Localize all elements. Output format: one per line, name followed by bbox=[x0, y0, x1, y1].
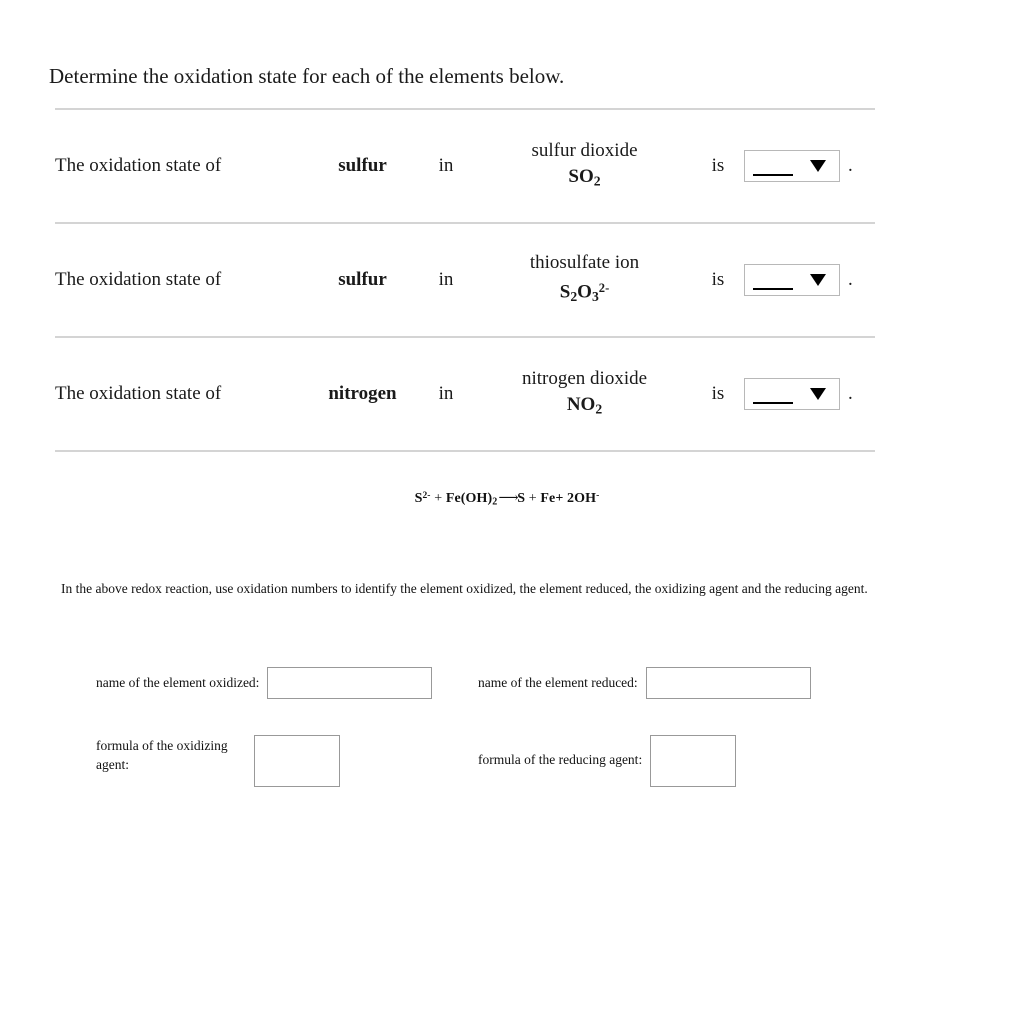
page-title: Determine the oxidation state for each o… bbox=[49, 64, 565, 88]
row-compound: nitrogen dioxide NO2 bbox=[477, 337, 692, 451]
row-element-name: sulfur bbox=[338, 155, 387, 176]
reaction-arrow-icon: ⟶ bbox=[498, 491, 518, 506]
select-blank-line bbox=[753, 288, 793, 290]
oxidation-state-select-sulfur-so2[interactable] bbox=[744, 150, 840, 182]
row-answer-cell: . bbox=[744, 337, 875, 451]
compound-formula: SO2 bbox=[477, 164, 692, 193]
element-reduced-input[interactable] bbox=[645, 667, 811, 699]
table-row: The oxidation state of sulfur in sulfur … bbox=[55, 109, 875, 223]
label-element-reduced: name of the element reduced: bbox=[478, 675, 638, 690]
trailing-period: . bbox=[848, 383, 853, 404]
chevron-down-icon bbox=[810, 160, 826, 172]
label-oxidizing-agent-line2: agent: bbox=[96, 757, 129, 772]
compound-formula: S2O32- bbox=[477, 276, 692, 309]
oxidation-state-table: The oxidation state of sulfur in sulfur … bbox=[55, 108, 875, 452]
chevron-down-icon bbox=[810, 388, 826, 400]
row-answer-cell: . bbox=[744, 223, 875, 337]
compound-formula: NO2 bbox=[477, 392, 692, 421]
field-reducing-agent: formula of the reducing agent: bbox=[478, 735, 737, 787]
table-row: The oxidation state of sulfur in thiosul… bbox=[55, 223, 875, 337]
product-sulfur: S bbox=[517, 491, 526, 506]
plus-sign-2: + bbox=[528, 491, 537, 506]
row-in-word: in bbox=[438, 269, 454, 290]
select-blank-line bbox=[753, 402, 793, 404]
oxidizing-agent-input[interactable] bbox=[254, 735, 340, 787]
oxidation-state-select-sulfur-s2o3[interactable] bbox=[744, 264, 840, 296]
row-compound: sulfur dioxide SO2 bbox=[477, 109, 692, 223]
field-element-oxidized: name of the element oxidized: bbox=[96, 667, 433, 699]
plus-sign: + bbox=[434, 491, 443, 506]
formula-main: NO bbox=[566, 394, 596, 416]
label-oxidizing-agent-line1: formula of the oxidizing bbox=[96, 738, 228, 753]
product-hydroxide: 2OH bbox=[567, 491, 597, 506]
trailing-period: . bbox=[848, 269, 853, 290]
row-answer-cell: . bbox=[744, 109, 875, 223]
product-iron: Fe+ bbox=[540, 491, 564, 506]
reducing-agent-input[interactable] bbox=[650, 735, 737, 787]
row-is-word: is bbox=[711, 155, 725, 176]
row-in-word: in bbox=[438, 383, 454, 404]
chevron-down-icon bbox=[810, 274, 826, 286]
table-row: The oxidation state of nitrogen in nitro… bbox=[55, 337, 875, 451]
trailing-period: . bbox=[848, 155, 853, 176]
formula-subscript-2: 3 bbox=[591, 289, 599, 305]
reactant-iron-hydroxide-sub: 2 bbox=[492, 496, 498, 508]
formula-main: SO bbox=[568, 166, 594, 188]
row-element-name: sulfur bbox=[338, 269, 387, 290]
reactant-iron-hydroxide: Fe(OH) bbox=[445, 491, 493, 506]
row-lead-text: The oxidation state of bbox=[55, 269, 222, 290]
row-lead-text: The oxidation state of bbox=[55, 383, 222, 404]
label-reducing-agent: formula of the reducing agent: bbox=[478, 752, 643, 767]
field-element-reduced: name of the element reduced: bbox=[478, 667, 811, 699]
formula-subscript: 2 bbox=[593, 173, 601, 189]
formula-mid: O bbox=[577, 282, 592, 304]
formula-charge: 2- bbox=[598, 281, 610, 296]
reactant-sulfide-charge: 2- bbox=[422, 491, 431, 502]
redox-equation: S2- + Fe(OH)2⟶S + Fe+ 2OH- bbox=[0, 490, 1014, 508]
compound-name: nitrogen dioxide bbox=[521, 368, 648, 390]
oxidation-state-select-nitrogen-no2[interactable] bbox=[744, 378, 840, 410]
compound-name: thiosulfate ion bbox=[529, 252, 640, 274]
formula-main: S bbox=[559, 282, 571, 304]
row-in-word: in bbox=[438, 155, 454, 176]
label-element-oxidized: name of the element oxidized: bbox=[96, 675, 260, 690]
compound-name: sulfur dioxide bbox=[531, 140, 638, 162]
field-oxidizing-agent: formula of the oxidizing agent: bbox=[96, 735, 340, 787]
element-oxidized-input[interactable] bbox=[267, 667, 433, 699]
redox-instruction-text: In the above redox reaction, use oxidati… bbox=[61, 581, 868, 596]
row-lead-text: The oxidation state of bbox=[55, 155, 222, 176]
row-is-word: is bbox=[711, 269, 725, 290]
row-element-name: nitrogen bbox=[328, 383, 397, 404]
row-compound: thiosulfate ion S2O32- bbox=[477, 223, 692, 337]
select-blank-line bbox=[753, 174, 793, 176]
row-is-word: is bbox=[711, 383, 725, 404]
product-hydroxide-charge: - bbox=[596, 491, 600, 502]
formula-subscript: 2 bbox=[595, 401, 603, 417]
label-oxidizing-agent: formula of the oxidizing agent: bbox=[96, 735, 246, 774]
